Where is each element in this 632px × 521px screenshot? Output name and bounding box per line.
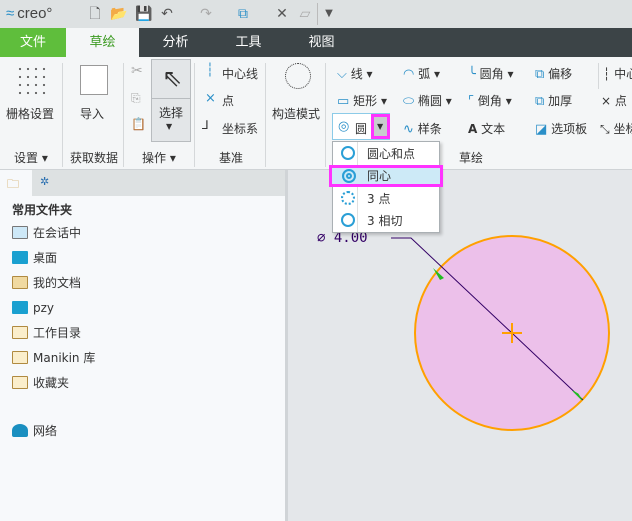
group-sketch: 草绘 bbox=[459, 151, 484, 165]
undo-icon[interactable]: ↶ bbox=[159, 6, 175, 22]
cursor-icon: ⇖ bbox=[162, 64, 183, 92]
point-icon: × bbox=[205, 91, 216, 106]
grid-settings-button[interactable]: 栅格设置 bbox=[6, 105, 54, 122]
import-icon bbox=[80, 65, 108, 95]
circle-button[interactable]: ◎ 圆 ▼ bbox=[332, 113, 390, 140]
rectangle-button[interactable]: ▭ 矩形 ▾ bbox=[337, 92, 387, 109]
folder-manikin-library[interactable]: Manikin 库 bbox=[12, 348, 95, 368]
ellipse-button[interactable]: ⬭ 椭圆 ▾ bbox=[403, 92, 452, 109]
palette-button[interactable]: ◪ 选项板 bbox=[535, 120, 587, 137]
arc-button[interactable]: ◠ 弧 ▾ bbox=[403, 65, 440, 82]
centerline-icon: ┆ bbox=[206, 63, 214, 78]
regenerate-icon[interactable]: ⧉ bbox=[235, 6, 251, 22]
close-window-icon[interactable]: ✕ bbox=[274, 6, 290, 22]
import-button[interactable]: 导入 bbox=[80, 105, 104, 122]
common-folders-header: 常用文件夹 bbox=[12, 203, 73, 217]
point-button[interactable]: 点 bbox=[222, 92, 234, 109]
folder-tree-tab[interactable]: 🗀 bbox=[0, 170, 32, 196]
construction-icon bbox=[285, 63, 311, 89]
line-button[interactable]: ⌵ 线 ▾ bbox=[337, 65, 373, 82]
centerline2-button[interactable]: ┆ 中心 bbox=[603, 65, 632, 82]
navigator-tabs: 🗀 ✲ bbox=[0, 170, 285, 196]
customize-icon[interactable]: ▼ bbox=[321, 6, 337, 22]
quick-access-toolbar: ≈ creo° 🗋 📂 💾 ↶ ↷ ⧉ ✕ ▱ ▼ bbox=[0, 0, 632, 28]
tab-file[interactable]: 文件 bbox=[0, 28, 66, 57]
windows-icon[interactable]: ▱ bbox=[297, 6, 313, 22]
copy-icon[interactable]: ⎘ bbox=[131, 91, 141, 106]
menu-item-concentric[interactable]: 同心 bbox=[329, 165, 443, 187]
folder-my-documents[interactable]: 我的文档 bbox=[12, 273, 81, 293]
new-file-icon[interactable]: 🗋 bbox=[87, 6, 103, 22]
folder-favorites[interactable]: 收藏夹 bbox=[12, 373, 69, 393]
divider bbox=[317, 3, 318, 25]
save-icon[interactable]: 💾 bbox=[135, 6, 152, 22]
point2-button[interactable]: × 点 bbox=[601, 92, 627, 109]
circle-type-menu: 圆心和点 同心 3 点 3 相切 bbox=[329, 141, 443, 233]
chevron-down-icon: ▼ bbox=[166, 122, 173, 131]
folder-navigator: 常用文件夹 在会话中 桌面 我的文档 pzy 工作目录 Manikin 库 收藏… bbox=[0, 196, 285, 521]
group-datum: 基准 bbox=[219, 151, 244, 165]
tab-view[interactable]: 视图 bbox=[285, 28, 358, 57]
offset-button[interactable]: ⧉ 偏移 bbox=[535, 65, 572, 82]
folder-pzy[interactable]: pzy bbox=[12, 298, 54, 318]
creo-logo: ≈ creo° bbox=[6, 5, 53, 22]
folder-network[interactable]: 网络 bbox=[12, 421, 57, 441]
group-settings[interactable]: 设置 ▾ bbox=[14, 149, 48, 166]
chamfer-button[interactable]: ⌜ 倒角 ▾ bbox=[468, 92, 512, 109]
ribbon-tabs: 文件 草绘 分析 工具 视图 bbox=[0, 28, 632, 57]
tab-sketch[interactable]: 草绘 bbox=[66, 28, 139, 57]
cut-icon[interactable]: ✂ bbox=[131, 63, 143, 79]
thicken-button[interactable]: ⧉ 加厚 bbox=[535, 92, 572, 109]
csys2-button[interactable]: ⤡ 坐标 bbox=[600, 120, 632, 137]
text-button[interactable]: A 文本 bbox=[468, 120, 505, 137]
menu-item-3-point[interactable]: 3 点 bbox=[333, 188, 439, 210]
spline-button[interactable]: ∿ 样条 bbox=[403, 120, 442, 137]
select-button[interactable]: ⇖ 选择 ▼ bbox=[151, 59, 191, 142]
paste-icon[interactable]: 📋 bbox=[131, 117, 146, 131]
folder-desktop[interactable]: 桌面 bbox=[12, 248, 57, 268]
csys-icon: ⅃ bbox=[202, 118, 209, 132]
folder-working-directory[interactable]: 工作目录 bbox=[12, 323, 81, 343]
construction-mode-button[interactable]: 构造模式 bbox=[272, 105, 320, 122]
menu-item-center-point[interactable]: 圆心和点 bbox=[333, 143, 439, 165]
fillet-button[interactable]: ╰ 圆角 ▾ bbox=[468, 65, 514, 82]
circle-dropdown-arrow[interactable]: ▼ bbox=[371, 114, 390, 139]
ribbon: 栅格设置 设置 ▾ 导入 获取数据 ✂ ⎘ 📋 ⇖ 选择 ▼ 操作 ▾ ┆ 中心… bbox=[0, 57, 632, 170]
centerline-button[interactable]: 中心线 bbox=[222, 65, 258, 82]
favorites-tab[interactable]: ✲ bbox=[40, 175, 49, 188]
csys-button[interactable]: 坐标系 bbox=[222, 120, 258, 137]
open-folder-icon[interactable]: 📂 bbox=[110, 6, 127, 22]
tab-tools[interactable]: 工具 bbox=[212, 28, 285, 57]
group-operations[interactable]: 操作 ▾ bbox=[142, 149, 176, 166]
folder-in-session[interactable]: 在会话中 bbox=[12, 223, 81, 243]
menu-item-3-tangent[interactable]: 3 相切 bbox=[333, 210, 439, 232]
grid-icon bbox=[16, 65, 46, 95]
group-get-data: 获取数据 bbox=[70, 151, 119, 165]
redo-icon[interactable]: ↷ bbox=[198, 6, 214, 22]
tab-analysis[interactable]: 分析 bbox=[139, 28, 212, 57]
